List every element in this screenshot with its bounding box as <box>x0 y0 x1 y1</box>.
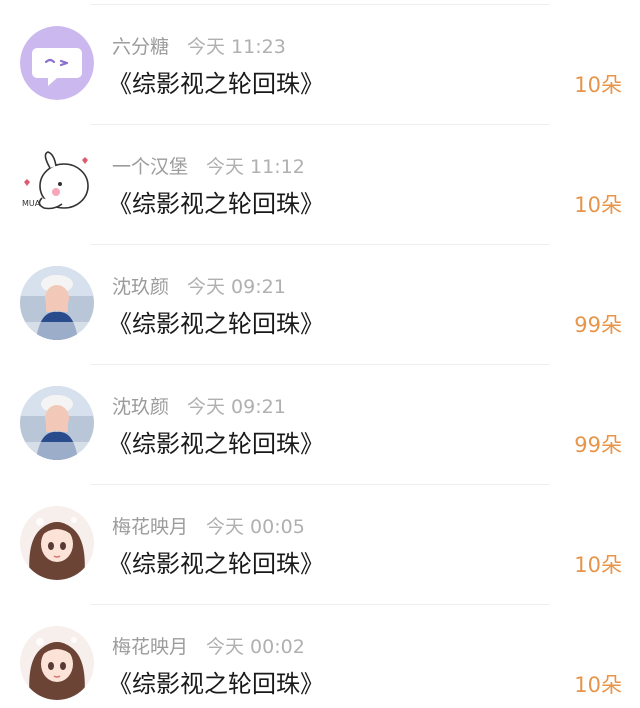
sender-name: 六分糖 <box>112 36 170 58</box>
list-item[interactable]: 梅花映月 今天 00:02 《综影视之轮回珠》 10朵 <box>0 604 640 708</box>
sender-name: 沈玖颜 <box>112 396 170 418</box>
book-title: 《综影视之轮回珠》 <box>108 550 324 578</box>
chat-bubble-icon <box>20 26 94 100</box>
gift-record-list: 六分糖 今天 11:23 《综影视之轮回珠》 10朵 MUA 一个汉堡 今天 11:… <box>0 0 640 708</box>
send-time: 今天 09:21 <box>187 276 286 298</box>
anime-girl-avatar[interactable] <box>20 626 94 700</box>
sender-meta: 梅花映月 今天 00:02 <box>112 632 305 662</box>
sender-name: 一个汉堡 <box>112 156 189 178</box>
sender-meta: 六分糖 今天 11:23 <box>112 32 286 62</box>
gift-amount: 10朵 <box>574 673 622 697</box>
sender-meta: 一个汉堡 今天 11:12 <box>112 152 305 182</box>
gift-amount: 10朵 <box>574 73 622 97</box>
send-time: 今天 09:21 <box>187 396 286 418</box>
sender-name: 沈玖颜 <box>112 276 170 298</box>
list-item[interactable]: 沈玖颜 今天 09:21 《综影视之轮回珠》 99朵 <box>0 364 640 484</box>
book-title: 《综影视之轮回珠》 <box>108 670 324 698</box>
person-photo-icon <box>20 386 94 460</box>
gift-amount: 99朵 <box>574 313 622 337</box>
gift-amount: 10朵 <box>574 553 622 577</box>
sender-name: 梅花映月 <box>112 516 189 538</box>
book-title: 《综影视之轮回珠》 <box>108 70 324 98</box>
list-item[interactable]: 沈玖颜 今天 09:21 《综影视之轮回珠》 99朵 <box>0 244 640 364</box>
chat-bubble-avatar[interactable] <box>20 26 94 100</box>
sender-meta: 沈玖颜 今天 09:21 <box>112 392 286 422</box>
svg-text:MUA: MUA <box>22 199 41 208</box>
anime-girl-icon <box>20 506 94 580</box>
list-item[interactable]: 梅花映月 今天 00:05 《综影视之轮回珠》 10朵 <box>0 484 640 604</box>
book-title: 《综影视之轮回珠》 <box>108 310 324 338</box>
gift-amount: 99朵 <box>574 433 622 457</box>
anime-girl-icon <box>20 626 94 700</box>
photo-avatar[interactable] <box>20 266 94 340</box>
send-time: 今天 11:23 <box>187 36 286 58</box>
photo-avatar[interactable] <box>20 386 94 460</box>
list-item[interactable]: 六分糖 今天 11:23 《综影视之轮回珠》 10朵 <box>0 4 640 124</box>
sender-name: 梅花映月 <box>112 636 189 658</box>
send-time: 今天 00:02 <box>206 636 305 658</box>
anime-girl-avatar[interactable] <box>20 506 94 580</box>
list-item[interactable]: MUA 一个汉堡 今天 11:12 《综影视之轮回珠》 10朵 <box>0 124 640 244</box>
sender-meta: 梅花映月 今天 00:05 <box>112 512 305 542</box>
book-title: 《综影视之轮回珠》 <box>108 190 324 218</box>
book-title: 《综影视之轮回珠》 <box>108 430 324 458</box>
bunny-sticker-avatar[interactable]: MUA <box>20 146 94 220</box>
bunny-icon: MUA <box>20 146 94 220</box>
gift-amount: 10朵 <box>574 193 622 217</box>
send-time: 今天 11:12 <box>206 156 305 178</box>
person-photo-icon <box>20 266 94 340</box>
sender-meta: 沈玖颜 今天 09:21 <box>112 272 286 302</box>
send-time: 今天 00:05 <box>206 516 305 538</box>
